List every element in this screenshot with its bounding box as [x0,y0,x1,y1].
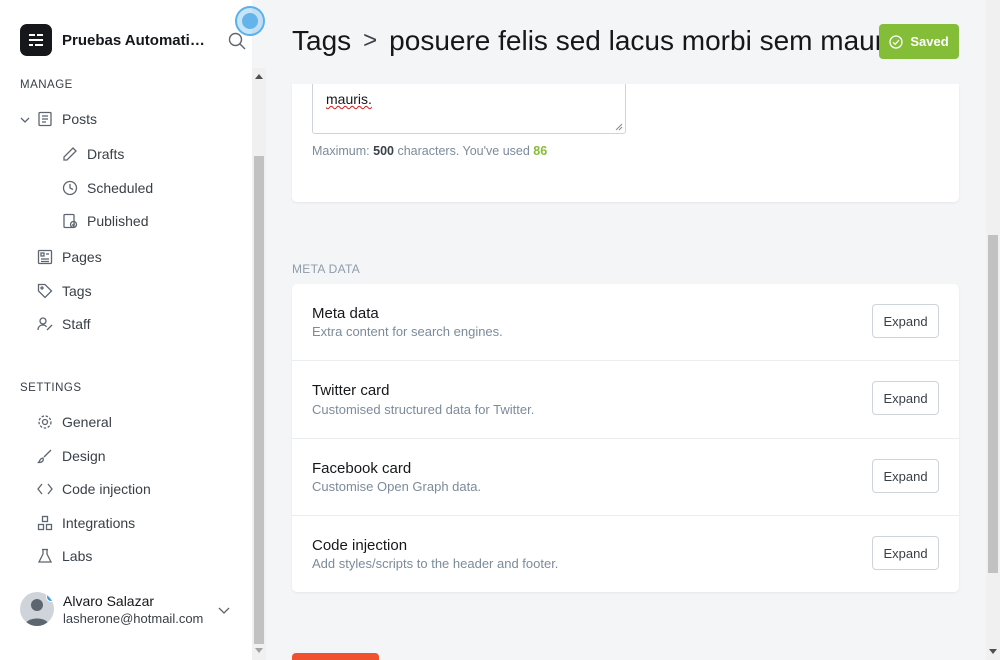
scroll-up-arrow[interactable] [255,74,263,79]
meta-row-title: Code injection [312,537,408,554]
user-name: Alvaro Salazar [63,592,155,609]
chevron-down-icon[interactable] [217,604,231,623]
sidebar-item-design[interactable]: Design [37,445,106,467]
meta-row-title: Meta data [312,305,379,322]
meta-row-facebook-card: Facebook card Customise Open Graph data.… [292,439,959,516]
sidebar-item-staff[interactable]: Staff [37,313,91,335]
sidebar-item-label: Labs [62,548,93,564]
meta-row-twitter-card: Twitter card Customised structured data … [292,361,959,439]
gear-icon [38,415,52,429]
description-card: mauris. Maximum: 500 characters. You've … [292,80,959,202]
sidebar-item-label: Posts [62,111,98,127]
meta-row-title: Facebook card [312,460,412,477]
expand-facebook-card-button[interactable]: Expand [872,459,939,493]
chevron-down-icon[interactable] [19,113,31,131]
expand-meta-data-button[interactable]: Expand [872,304,939,338]
sidebar-item-label: Pages [62,249,102,265]
check-circle-icon [889,34,903,49]
sidebar-item-posts[interactable]: Posts [37,108,97,130]
sidebar-item-label: Scheduled [87,180,154,196]
sidebar-scrollbar[interactable] [252,68,266,660]
meta-row-code-injection: Code injection Add styles/scripts to the… [292,516,959,592]
meta-row-description: Add styles/scripts to the header and foo… [312,556,559,571]
brand[interactable]: Pruebas Automatizadas [20,24,212,56]
sidebar-item-label: Integrations [62,515,136,531]
sidebar-item-label: Design [62,448,106,464]
sidebar-item-scheduled[interactable]: Scheduled [62,177,153,199]
sidebar-item-published[interactable]: Published [62,210,149,232]
code-icon [37,483,53,495]
sidebar-item-pages[interactable]: Pages [37,246,102,268]
online-badge [46,592,54,602]
meta-row-meta-data: Meta data Extra content for search engin… [292,284,959,361]
sidebar-item-label: Code injection [62,481,151,497]
resize-handle-icon[interactable] [615,123,623,131]
save-button[interactable]: Saved [879,24,959,59]
main-content: mauris. Maximum: 500 characters. You've … [266,0,986,660]
scroll-down-arrow[interactable] [989,649,997,654]
published-icon [63,213,78,229]
scrollbar-thumb[interactable] [988,235,998,573]
used-characters: 86 [533,144,548,158]
notification-pulse[interactable] [235,6,265,36]
scroll-down-arrow[interactable] [255,648,263,653]
sidebar: Pruebas Automatizadas MANAGE Posts Draft… [0,0,265,660]
delete-tag-button[interactable] [292,653,379,660]
sidebar-item-labs[interactable]: Labs [37,545,92,567]
sidebar-item-drafts[interactable]: Drafts [62,143,124,165]
meta-settings-card: Meta data Extra content for search engin… [292,284,959,592]
user-email: lasherone@hotmail.com [63,610,204,626]
meta-data-section-title: META DATA [292,262,361,276]
settings-section-title: SETTINGS [20,382,82,394]
staff-icon [37,317,53,331]
clock-icon [62,180,78,196]
expand-code-injection-button[interactable]: Expand [872,536,939,570]
page-title: posuere felis sed lacus morbi sem mauris [389,25,882,56]
ghost-logo-icon [20,24,52,56]
brush-icon [37,449,52,464]
save-button-label: Saved [910,34,949,49]
avatar [20,592,54,626]
breadcrumb: Tags > posuere felis sed lacus morbi sem… [292,25,882,57]
textarea-text: mauris. [326,91,372,107]
page-header: Tags > posuere felis sed lacus morbi sem… [266,0,986,84]
meta-row-description: Customised structured data for Twitter. [312,402,535,417]
meta-row-description: Extra content for search engines. [312,324,503,339]
site-title: Pruebas Automatizadas [62,31,212,49]
user-menu[interactable]: Alvaro Salazar lasherone@hotmail.com [20,592,203,626]
breadcrumb-tags-link[interactable]: Tags [292,25,351,57]
character-counter: Maximum: 500 characters. You've used 86 [312,144,548,158]
meta-row-description: Customise Open Graph data. [312,479,482,494]
tag-icon [37,283,53,299]
sidebar-item-general[interactable]: General [37,411,112,433]
sidebar-item-integrations[interactable]: Integrations [37,512,135,534]
main-scrollbar[interactable] [986,0,1000,660]
sidebar-item-code-injection[interactable]: Code injection [37,478,151,500]
pages-icon [37,249,53,265]
scrollbar-thumb[interactable] [254,156,264,644]
sidebar-item-label: Published [87,213,149,229]
breadcrumb-separator-icon: > [363,27,378,54]
expand-twitter-card-button[interactable]: Expand [872,381,939,415]
sidebar-item-label: Staff [62,316,91,332]
pencil-icon [63,147,77,161]
max-characters: 500 [373,144,394,158]
meta-row-title: Twitter card [312,382,390,399]
integrations-icon [37,515,53,531]
description-textarea[interactable]: mauris. [312,80,626,134]
sidebar-item-label: Tags [62,283,92,299]
manage-section-title: MANAGE [20,79,73,91]
sidebar-item-label: General [62,414,112,430]
document-icon [38,111,52,127]
flask-icon [37,548,53,563]
sidebar-item-label: Drafts [87,146,125,162]
sidebar-item-tags[interactable]: Tags [37,280,92,302]
